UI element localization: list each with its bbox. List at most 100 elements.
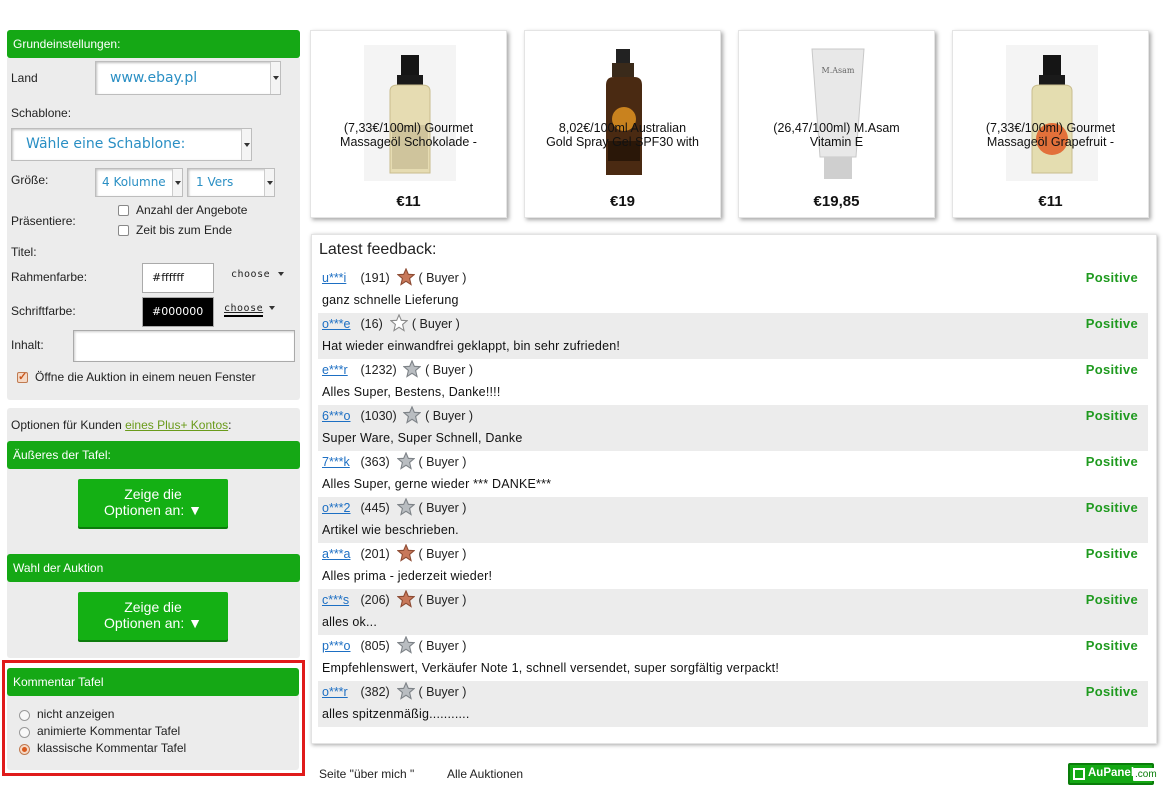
product-title[interactable]: (7,33€/100ml) Gourmet Massageöl Grapefru… [961,121,1140,149]
product-card[interactable]: (7,33€/100ml) Gourmet Massageöl Schokola… [310,30,507,218]
feedback-user-link[interactable]: p***o [322,639,351,653]
feedback-user-link[interactable]: e***r [322,363,348,377]
product-card[interactable]: M.Asam (26,47/100ml) M.Asam Vitamin E €1… [738,30,935,218]
font-color-value: #000000 [152,305,204,318]
feedback-status: Positive [1085,270,1138,285]
feedback-user-link[interactable]: o***2 [322,501,351,515]
feedback-user-link[interactable]: o***e [322,317,351,331]
feedback-row: a***a (201) ( Buyer ) Positive Alles prima -… [318,543,1148,589]
product-title[interactable]: 8,02€/100ml Australian Gold Spray Gel SP… [533,121,712,149]
feedback-status: Positive [1085,592,1138,607]
font-color-input[interactable]: #000000 [142,297,214,327]
product-title-line2: Gold Spray Gel SPF30 with [546,135,699,149]
all-auctions-link[interactable]: Alle Auktionen [447,767,523,781]
font-color-label: Schriftfarbe: [11,304,76,318]
feedback-status: Positive [1085,500,1138,515]
product-title[interactable]: (26,47/100ml) M.Asam Vitamin E [747,121,926,149]
size-label: Größe: [11,173,49,187]
product-title-line2: Massageöl Grapefruit - [986,135,1115,149]
columns-select[interactable]: 4 Kolumne [95,168,183,197]
product-card[interactable]: 8,02€/100ml Australian Gold Spray Gel SP… [524,30,721,218]
land-value: www.ebay.pl [110,70,198,86]
plus-text-label: Optionen für Kunden [11,418,126,432]
rows-select[interactable]: 1 Vers [187,168,275,197]
product-image[interactable] [578,45,670,181]
template-select[interactable]: Wähle eine Schablone: [11,128,252,161]
feedback-row: e***r (1232) ( Buyer ) Positive Alles Super,… [318,359,1148,405]
feedback-user-link[interactable]: u***i [322,271,346,285]
feedback-user-link[interactable]: c***s [322,593,349,607]
feedback-comment: alles spitzenmäßig........... [322,707,470,721]
time-checkbox[interactable] [118,225,129,236]
font-color-choose[interactable]: choose [224,303,276,317]
frame-choose-label: choose [231,269,271,280]
radio-classic-label: klassische Kommentar Tafel [37,741,187,755]
feedback-comment: Super Ware, Super Schnell, Danke [322,431,523,445]
feedback-score: (805) [360,639,390,653]
feedback-role: ( Buyer ) [418,593,467,607]
product-image[interactable] [1006,45,1098,181]
content-input[interactable] [73,330,295,362]
outer-options-button[interactable]: Zeige die Optionen an: ▼ [78,479,228,527]
feedback-status: Positive [1085,638,1138,653]
feedback-star-icon [389,314,408,332]
chevron-down-icon [270,62,280,94]
aupanel-logo[interactable]: AuPanel .com [1068,763,1159,785]
chevron-down-icon [269,306,276,310]
frame-color-label: Rahmenfarbe: [11,270,88,284]
product-title-line1: (7,33€/100ml) Gourmet [343,121,474,135]
columns-value: 4 Kolumne [102,175,166,189]
feedback-row: c***s (206) ( Buyer ) Positive alles ok... [318,589,1148,635]
feedback-role: ( Buyer ) [418,547,467,561]
land-select[interactable]: www.ebay.pl [95,61,281,95]
product-title-line2: Vitamin E [809,135,864,149]
feedback-status: Positive [1085,316,1138,331]
svg-text:M.Asam: M.Asam [822,66,855,75]
tube-icon: M.Asam [811,48,865,179]
count-checkbox-label: Anzahl der Angebote [136,203,248,217]
settings-panel: Grundeinstellungen: Land www.ebay.pl Sch… [7,30,300,658]
template-label: Schablone: [11,106,72,120]
auction-header: Wahl der Auktion [7,554,300,582]
product-image[interactable] [364,45,456,181]
feedback-row: 7***k (363) ( Buyer ) Positive Alles Super, … [318,451,1148,497]
feedback-user-link[interactable]: o***r [322,685,348,699]
product-card[interactable]: (7,33€/100ml) Gourmet Massageöl Grapefru… [952,30,1149,218]
feedback-status: Positive [1085,546,1138,561]
feedback-title: Latest feedback: [319,241,437,258]
radio-classic[interactable] [19,744,30,755]
feedback-star-icon [403,406,422,424]
product-title[interactable]: (7,33€/100ml) Gourmet Massageöl Schokola… [319,121,498,149]
frame-color-value: #ffffff [152,271,184,284]
radio-animated[interactable] [19,727,30,738]
feedback-star-icon [396,452,415,470]
feedback-score: (363) [360,455,390,469]
feedback-comment: Artikel wie beschrieben. [322,523,459,537]
about-me-link[interactable]: Seite "über mich " [319,767,414,781]
chevron-down-icon [278,272,285,276]
feedback-row: p***o (805) ( Buyer ) Positive Empfehlenswer… [318,635,1148,681]
product-image[interactable]: M.Asam [792,45,884,181]
frame-color-choose[interactable]: choose [231,269,285,280]
radio-hide[interactable] [19,710,30,721]
outer-button-line1: Zeige die [124,486,182,502]
chevron-down-icon [172,169,182,196]
spray-bottle-icon [606,49,642,175]
feedback-user-link[interactable]: 7***k [322,455,350,469]
land-label: Land [11,71,38,85]
plus-account-link[interactable]: eines Plus+ Kontos [125,418,228,432]
count-checkbox[interactable] [118,205,129,216]
feedback-status: Positive [1085,454,1138,469]
feedback-user-link[interactable]: a***a [322,547,351,561]
plus-suffix: : [228,418,232,432]
feedback-star-icon [396,682,415,700]
chevron-down-icon [264,169,274,196]
product-price: €19,85 [813,193,860,210]
new-window-checkbox[interactable] [17,370,28,383]
feedback-user-link[interactable]: 6***o [322,409,351,423]
feedback-score: (16) [360,317,383,331]
comment-board-panel: Kommentar Tafel nicht anzeigen animierte… [7,668,299,770]
auction-options-button[interactable]: Zeige die Optionen an: ▼ [78,592,228,640]
frame-color-input[interactable]: #ffffff [142,263,214,293]
product-price: €11 [396,193,421,210]
